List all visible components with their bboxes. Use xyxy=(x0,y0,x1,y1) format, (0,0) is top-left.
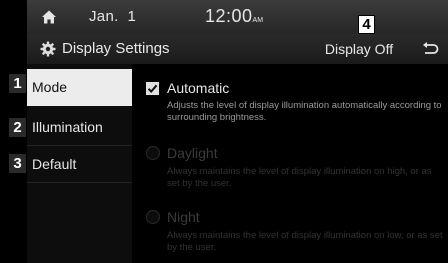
sidebar-item-label: Illumination xyxy=(32,119,103,135)
callout-1: 1 xyxy=(9,74,26,93)
clock: 12:00AM xyxy=(205,6,263,27)
option-desc-daylight: Always maintains the level of display il… xyxy=(167,166,432,189)
sidebar-item-illumination[interactable]: Illumination xyxy=(27,109,132,146)
page-title: Display Settings xyxy=(62,40,170,57)
header-bar: Display Settings Display Off xyxy=(27,34,448,64)
back-arrow-icon xyxy=(423,42,439,54)
status-bar: Jan. 1 12:00AM xyxy=(27,0,448,34)
daylight-radio[interactable] xyxy=(146,146,160,160)
option-desc-night: Always maintains the level of display il… xyxy=(167,230,443,253)
sidebar-item-label: Default xyxy=(32,156,77,172)
display-off-button[interactable]: Display Off xyxy=(314,34,404,64)
checkmark-icon xyxy=(147,84,158,93)
sidebar-item-label: Mode xyxy=(32,79,68,95)
option-title-daylight[interactable]: Daylight xyxy=(167,145,218,161)
content-panel: Automatic Adjusts the level of display i… xyxy=(132,64,448,263)
clock-time: 12:00 xyxy=(205,6,253,26)
option-desc-automatic: Adjusts the level of display illuminatio… xyxy=(167,100,442,123)
divider xyxy=(27,182,132,183)
option-title-automatic[interactable]: Automatic xyxy=(167,80,229,96)
date-label: Jan. 1 xyxy=(89,8,137,25)
clock-ampm: AM xyxy=(252,17,264,24)
night-radio[interactable] xyxy=(146,210,160,224)
callout-3: 3 xyxy=(9,154,26,173)
automatic-checkbox[interactable] xyxy=(146,82,159,95)
back-button[interactable] xyxy=(411,34,448,64)
callout-4: 4 xyxy=(358,15,375,34)
sidebar-item-default[interactable]: Default xyxy=(27,146,132,183)
home-icon[interactable] xyxy=(41,9,57,25)
callout-2: 2 xyxy=(9,118,26,137)
sidebar-item-mode[interactable]: Mode xyxy=(27,69,132,106)
option-title-night[interactable]: Night xyxy=(167,209,200,225)
gear-icon xyxy=(40,41,56,57)
sidebar: Mode Illumination Default xyxy=(27,64,132,263)
display-settings-screen: Jan. 1 12:00AM Display Settings Display … xyxy=(0,0,448,263)
